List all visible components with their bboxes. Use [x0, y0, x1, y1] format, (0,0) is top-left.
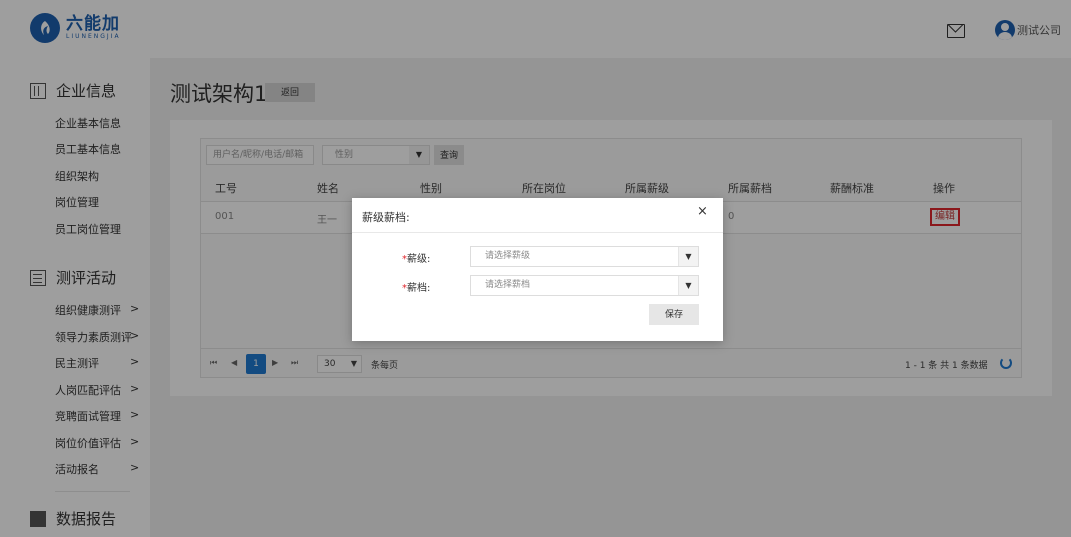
band-select[interactable]: 请选择薪档 ▼ [470, 275, 699, 296]
grade-select[interactable]: 请选择薪级 ▼ [470, 246, 699, 267]
grade-label: *薪级: [402, 254, 431, 265]
save-button[interactable]: 保存 [649, 304, 699, 325]
modal-title: 薪级薪档: [362, 211, 410, 224]
band-label: *薪档: [402, 283, 431, 294]
salary-modal: 薪级薪档: × *薪级: 请选择薪级 ▼ *薪档: 请选择薪档 ▼ 保存 [352, 198, 723, 341]
caret-down-icon: ▼ [678, 276, 698, 295]
close-icon[interactable]: × [697, 204, 708, 219]
caret-down-icon: ▼ [678, 247, 698, 266]
